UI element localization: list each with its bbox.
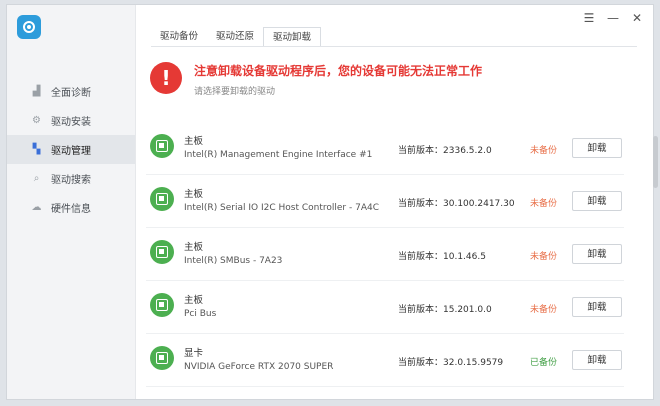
driver-row: 主板 Intel(R) Serial IO I2C Host Controller… — [146, 175, 624, 228]
version-prefix: 当前版本： — [398, 199, 444, 209]
backup-status: 已备份 — [530, 358, 558, 368]
close-icon[interactable]: ✕ — [631, 11, 643, 25]
cloud-icon: ☁ — [31, 202, 42, 213]
top-bar: 驱动备份 驱动还原 驱动卸载 ☰ — ✕ — [135, 5, 653, 47]
version-prefix: 当前版本： — [398, 358, 444, 368]
tab-backup[interactable]: 驱动备份 — [151, 27, 207, 47]
sidebar-item-install[interactable]: ⚙ 驱动安装 — [7, 106, 135, 135]
uninstall-button[interactable]: 卸载 — [572, 138, 622, 158]
version-prefix: 当前版本： — [398, 305, 444, 315]
tab-restore[interactable]: 驱动还原 — [207, 27, 263, 47]
driver-name: Intel(R) SMBus - 7A23 — [184, 256, 283, 266]
chip-icon — [150, 293, 174, 317]
version-value: 10.1.46.5 — [443, 252, 486, 262]
driver-version: 当前版本：32.0.15.9579 — [398, 355, 503, 368]
driver-name: Intel(R) Management Engine Interface #1 — [184, 150, 373, 160]
warning-title: 注意卸载设备驱动程序后，您的设备可能无法正常工作 — [194, 64, 483, 78]
version-value: 15.201.0.0 — [443, 305, 492, 315]
version-prefix: 当前版本： — [398, 146, 444, 156]
exclamation-icon: ! — [150, 62, 182, 94]
sidebar: ▟ 全面诊断 ⚙ 驱动安装 ▚ 驱动管理 ⌕ 驱动搜索 ☁ 硬件信息 — [7, 5, 136, 399]
version-prefix: 当前版本： — [398, 252, 444, 262]
driver-row: 显卡 NVIDIA GeForce RTX 2070 SUPER 当前版本：32.0… — [146, 334, 624, 387]
sidebar-item-search[interactable]: ⌕ 驱动搜索 — [7, 164, 135, 193]
driver-list: 主板 Intel(R) Management Engine Interface #… — [146, 122, 624, 387]
driver-name: NVIDIA GeForce RTX 2070 SUPER — [184, 362, 334, 372]
driver-version: 当前版本：2336.5.2.0 — [398, 143, 492, 156]
sidebar-item-label: 驱动管理 — [51, 146, 91, 157]
gear-icon: ⚙ — [32, 115, 41, 126]
chart-icon: ▟ — [32, 86, 41, 97]
backup-status: 未备份 — [530, 305, 558, 315]
uninstall-button[interactable]: 卸载 — [572, 297, 622, 317]
driver-row: 主板 Intel(R) SMBus - 7A23 当前版本：10.1.46.5 未备份… — [146, 228, 624, 281]
tab-divider — [151, 46, 637, 47]
search-icon: ⌕ — [33, 173, 40, 184]
chip-icon — [150, 346, 174, 370]
driver-version: 当前版本：15.201.0.0 — [398, 302, 492, 315]
menu-icon[interactable]: ☰ — [583, 11, 595, 25]
chip-icon — [150, 240, 174, 264]
chip-icon — [150, 134, 174, 158]
driver-row: 主板 Pci Bus 当前版本：15.201.0.0 未备份 卸载 — [146, 281, 624, 334]
sidebar-item-hardware[interactable]: ☁ 硬件信息 — [7, 193, 135, 222]
backup-status: 未备份 — [530, 146, 558, 156]
driver-category: 主板 — [184, 136, 204, 147]
chip-icon — [150, 187, 174, 211]
driver-category: 主板 — [184, 189, 204, 200]
driver-version: 当前版本：30.100.2417.30 — [398, 196, 515, 209]
version-value: 30.100.2417.30 — [443, 199, 515, 209]
uninstall-button[interactable]: 卸载 — [572, 244, 622, 264]
warning-subtitle: 请选择要卸载的驱动 — [194, 87, 276, 97]
minimize-icon[interactable]: — — [607, 11, 619, 25]
driver-name: Pci Bus — [184, 309, 217, 319]
window-controls: ☰ — ✕ — [583, 11, 643, 25]
list-scrollbar[interactable] — [653, 136, 658, 188]
sidebar-item-manage[interactable]: ▚ 驱动管理 — [7, 135, 135, 164]
uninstall-button[interactable]: 卸载 — [572, 350, 622, 370]
uninstall-button[interactable]: 卸载 — [572, 191, 622, 211]
backup-status: 未备份 — [530, 199, 558, 209]
warning-banner: ! 注意卸载设备驱动程序后，您的设备可能无法正常工作 请选择要卸载的驱动 — [146, 56, 626, 108]
grid-icon: ▚ — [32, 144, 41, 155]
sidebar-item-label: 驱动搜索 — [51, 175, 91, 186]
driver-category: 主板 — [184, 242, 204, 253]
tab-uninstall[interactable]: 驱动卸载 — [263, 27, 322, 47]
version-value: 32.0.15.9579 — [443, 358, 504, 368]
driver-name: Intel(R) Serial IO I2C Host Controller -… — [184, 203, 379, 213]
driver-version: 当前版本：10.1.46.5 — [398, 249, 486, 262]
driver-category: 主板 — [184, 295, 204, 306]
driver-row: 主板 Intel(R) Management Engine Interface #… — [146, 122, 624, 175]
sidebar-item-label: 硬件信息 — [51, 204, 91, 215]
version-value: 2336.5.2.0 — [443, 146, 492, 156]
sidebar-item-label: 驱动安装 — [51, 117, 91, 128]
sidebar-item-diagnosis[interactable]: ▟ 全面诊断 — [7, 77, 135, 106]
sidebar-nav: ▟ 全面诊断 ⚙ 驱动安装 ▚ 驱动管理 ⌕ 驱动搜索 ☁ 硬件信息 — [7, 77, 135, 222]
backup-status: 未备份 — [530, 252, 558, 262]
sidebar-item-label: 全面诊断 — [51, 88, 91, 99]
shield-gear-icon — [17, 15, 41, 39]
tab-bar: 驱动备份 驱动还原 驱动卸载 — [151, 27, 322, 47]
driver-category: 显卡 — [184, 348, 204, 359]
